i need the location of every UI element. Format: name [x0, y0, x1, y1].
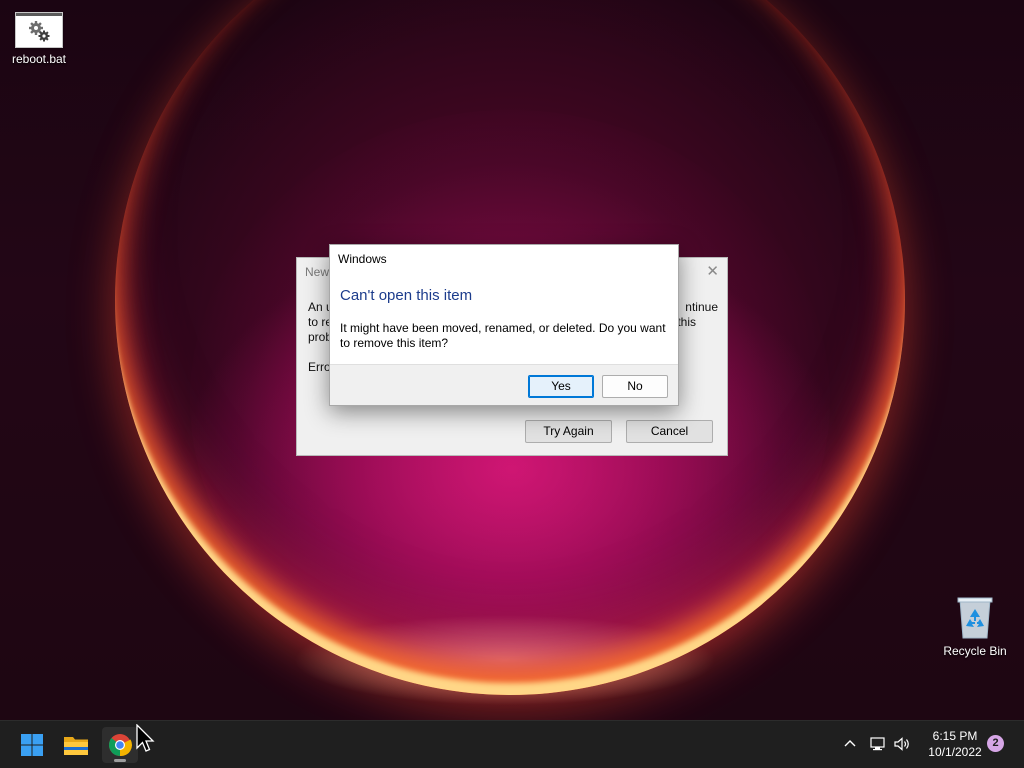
notification-badge[interactable]: 2: [987, 735, 1004, 752]
dialog-heading: Can't open this item: [340, 287, 473, 304]
cant-open-item-dialog: Windows Can't open this item It might ha…: [329, 244, 679, 406]
desktop-icon-recycle-bin[interactable]: Recycle Bin: [939, 596, 1011, 658]
volume-icon[interactable]: [892, 734, 912, 754]
clock-time: 6:15 PM: [932, 729, 978, 743]
desktop-icon-label: reboot.bat: [11, 52, 67, 66]
try-again-button[interactable]: Try Again: [525, 420, 612, 443]
recycle-bin-icon: [957, 597, 993, 639]
file-explorer-button[interactable]: [58, 727, 94, 763]
chevron-up-icon[interactable]: [840, 734, 860, 754]
close-icon[interactable]: ✕: [706, 262, 719, 280]
desktop-icon-reboot-bat[interactable]: reboot.bat: [3, 12, 75, 66]
dialog-button-bar: Yes No: [330, 364, 678, 405]
clock-date: 10/1/2022: [928, 745, 982, 759]
folder-icon: [64, 737, 88, 755]
mouse-cursor-icon: [136, 724, 155, 752]
dialog-text-fragment: ntinue: [685, 300, 718, 314]
start-button[interactable]: [14, 727, 50, 763]
chrome-button[interactable]: [102, 727, 138, 763]
dialog-title: New: [305, 265, 330, 279]
dialog-text-fragment: this: [677, 315, 696, 329]
cancel-button[interactable]: Cancel: [626, 420, 713, 443]
chrome-icon: [109, 734, 133, 757]
dialog-title: Windows: [338, 252, 387, 266]
no-button[interactable]: No: [602, 375, 668, 398]
yes-button[interactable]: Yes: [528, 375, 594, 398]
windows-logo-icon: [21, 734, 43, 756]
error-label: Erro: [308, 360, 331, 374]
desktop-icon-label: Recycle Bin: [943, 644, 1007, 658]
batch-file-gear-icon: [15, 12, 63, 48]
network-icon[interactable]: [868, 734, 888, 754]
clock[interactable]: 6:15 PM 10/1/2022: [918, 728, 992, 760]
dialog-message: It might have been moved, renamed, or de…: [340, 321, 666, 350]
